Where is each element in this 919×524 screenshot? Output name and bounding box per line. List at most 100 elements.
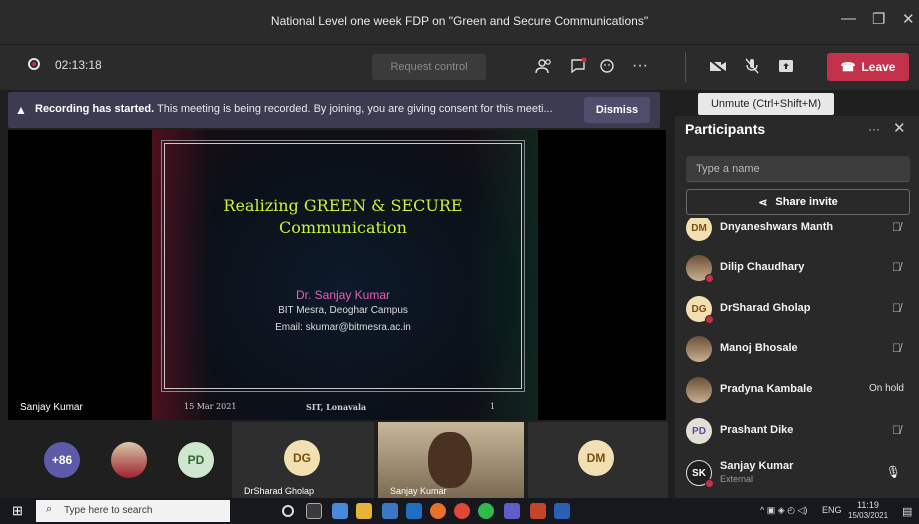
minimize-icon[interactable]: — xyxy=(841,10,856,27)
whatsapp-icon[interactable] xyxy=(478,503,494,519)
participant-name: Sanjay Kumar xyxy=(720,460,794,472)
participant-row[interactable]: Pradyna Kambale On hold xyxy=(675,371,919,411)
warning-icon: ▲ xyxy=(15,103,27,117)
avatar xyxy=(686,377,712,403)
participant-thumbnail[interactable] xyxy=(111,442,147,478)
file-explorer-icon[interactable] xyxy=(356,503,372,519)
powerpoint-icon[interactable] xyxy=(530,503,546,519)
mic-off-icon: 🎙̸ xyxy=(892,423,901,437)
participant-row[interactable]: Dilip Chaudhary 🎙̸ xyxy=(675,249,919,289)
dismiss-button[interactable]: Dismiss xyxy=(584,97,650,123)
participant-avatar-dg: DG xyxy=(284,440,320,476)
share-screen-icon[interactable] xyxy=(772,52,800,80)
participants-icon[interactable] xyxy=(530,52,558,80)
recording-icon xyxy=(28,58,40,70)
participant-avatar-pd[interactable]: PD xyxy=(178,442,214,478)
participant-row[interactable]: Manoj Bhosale 🎙̸ xyxy=(675,330,919,370)
more-actions-icon[interactable]: ··· xyxy=(626,52,654,80)
mic-off-icon: 🎙̸ xyxy=(892,260,901,274)
share-invite-button[interactable]: ⋖ Share invite xyxy=(686,189,910,215)
avatar: PD xyxy=(686,418,712,444)
banner-text: Recording has started. This meeting is b… xyxy=(35,103,553,115)
status-dot xyxy=(705,274,714,283)
tile-name-label: Sanjay Kumar xyxy=(390,486,447,496)
participant-search-input[interactable]: Type a name xyxy=(686,156,910,182)
window-title: National Level one week FDP on "Green an… xyxy=(270,14,649,28)
overflow-participants-button[interactable]: +86 xyxy=(44,442,80,478)
status-dot xyxy=(705,315,714,324)
share-icon: ⋖ xyxy=(758,196,768,209)
tray-icons[interactable]: ^ ▣ ◈ ◴ ◁) xyxy=(760,505,807,516)
chrome-icon[interactable] xyxy=(454,503,470,519)
unmute-tooltip: Unmute (Ctrl+Shift+M) xyxy=(698,93,834,115)
firefox-icon[interactable] xyxy=(430,503,446,519)
participant-name: Manoj Bhosale xyxy=(720,342,798,354)
participant-row[interactable]: DM Dnyaneshwars Manth 🎙̸ xyxy=(675,218,919,249)
banner-strong: Recording has started. xyxy=(35,103,155,115)
clock-date[interactable]: 15/03/2021 xyxy=(848,511,888,520)
participant-avatar-dm: DM xyxy=(578,440,614,476)
participant-name: Pradyna Kambale xyxy=(720,383,813,395)
share-invite-label: Share invite xyxy=(775,196,838,208)
leave-label: Leave xyxy=(861,60,896,74)
slide-frame xyxy=(161,140,525,392)
edge-icon[interactable] xyxy=(406,503,422,519)
slide-title-line2: Communication xyxy=(279,218,407,237)
participant-row[interactable]: SK Sanjay Kumar External 🎙 xyxy=(675,454,919,494)
leave-button[interactable]: ☎ Leave xyxy=(827,53,909,81)
phone-hangup-icon: ☎ xyxy=(840,60,856,74)
avatar xyxy=(686,336,712,362)
video-person xyxy=(428,432,472,488)
language-indicator[interactable]: ENG xyxy=(822,505,842,515)
panel-title: Participants xyxy=(685,121,766,137)
slide-affiliation: BIT Mesra, Deoghar Campus xyxy=(278,305,408,316)
mic-on-icon: 🎙 xyxy=(885,465,901,479)
panel-close-icon[interactable]: ✕ xyxy=(893,119,906,137)
search-icon: ⌕ xyxy=(46,503,53,515)
shared-content-stage: Realizing GREEN & SECURE Communication D… xyxy=(8,130,666,420)
windows-taskbar: ⊞ Type here to search ⌕ ^ ▣ ◈ ◴ ◁) ENG 1… xyxy=(0,498,919,524)
mic-off-icon: 🎙̸ xyxy=(892,301,901,315)
avatar: DM xyxy=(686,218,712,241)
mail-icon[interactable] xyxy=(382,503,398,519)
taskbar-search-input[interactable]: Type here to search xyxy=(36,500,230,522)
taskbar-app-icon[interactable] xyxy=(332,503,348,519)
teams-icon[interactable] xyxy=(504,503,520,519)
meeting-timer: 02:13:18 xyxy=(55,58,102,72)
presentation-slide: Realizing GREEN & SECURE Communication D… xyxy=(152,130,538,420)
chat-icon[interactable] xyxy=(564,52,592,80)
participant-tile-dg[interactable]: DG DrSharad Gholap xyxy=(232,422,374,498)
maximize-icon[interactable]: ❐ xyxy=(872,10,885,28)
recording-banner: ▲ Recording has started. This meeting is… xyxy=(8,92,660,128)
video-strip: +86 PD DG DrSharad Gholap Sanjay Kumar D… xyxy=(0,422,670,498)
participant-video-tile[interactable]: Sanjay Kumar xyxy=(378,422,524,498)
participant-name: DrSharad Gholap xyxy=(720,302,811,314)
participant-tile-dm[interactable]: DM xyxy=(528,422,668,498)
participants-panel: Participants ··· ✕ Type a name ⋖ Share i… xyxy=(675,116,919,498)
panel-more-icon[interactable]: ··· xyxy=(868,122,880,136)
participant-name: Prashant Dike xyxy=(720,424,794,436)
cortana-icon[interactable] xyxy=(282,505,294,517)
notifications-icon[interactable]: ▤ xyxy=(902,505,912,518)
participant-sub: External xyxy=(720,474,754,484)
participant-row[interactable]: PD Prashant Dike 🎙̸ xyxy=(675,412,919,452)
request-control-button[interactable]: Request control xyxy=(372,54,486,80)
mic-off-icon[interactable] xyxy=(738,52,766,80)
reactions-icon[interactable] xyxy=(594,52,622,80)
title-bar: National Level one week FDP on "Green an… xyxy=(0,0,919,44)
camera-off-icon[interactable] xyxy=(704,52,732,80)
slide-page-number: 1 xyxy=(490,402,496,411)
participant-name: Dnyaneshwars Manth xyxy=(720,221,834,233)
close-icon[interactable]: ✕ xyxy=(902,10,915,28)
participant-row[interactable]: DG DrSharad Gholap 🎙̸ xyxy=(675,290,919,330)
slide-email: Email: skumar@bitmesra.ac.in xyxy=(275,322,411,333)
windows-start-icon[interactable]: ⊞ xyxy=(12,503,23,519)
participant-list: DM Dnyaneshwars Manth 🎙̸ Dilip Chaudhary… xyxy=(675,218,919,498)
mic-off-icon: 🎙̸ xyxy=(892,220,901,234)
toolbar-divider xyxy=(685,52,686,82)
task-view-icon[interactable] xyxy=(306,503,322,519)
clock-time[interactable]: 11:19 xyxy=(857,500,879,510)
slide-presenter: Dr. Sanjay Kumar xyxy=(295,288,391,302)
word-icon[interactable] xyxy=(554,503,570,519)
slide-date: 15 Mar 2021 xyxy=(184,402,237,411)
